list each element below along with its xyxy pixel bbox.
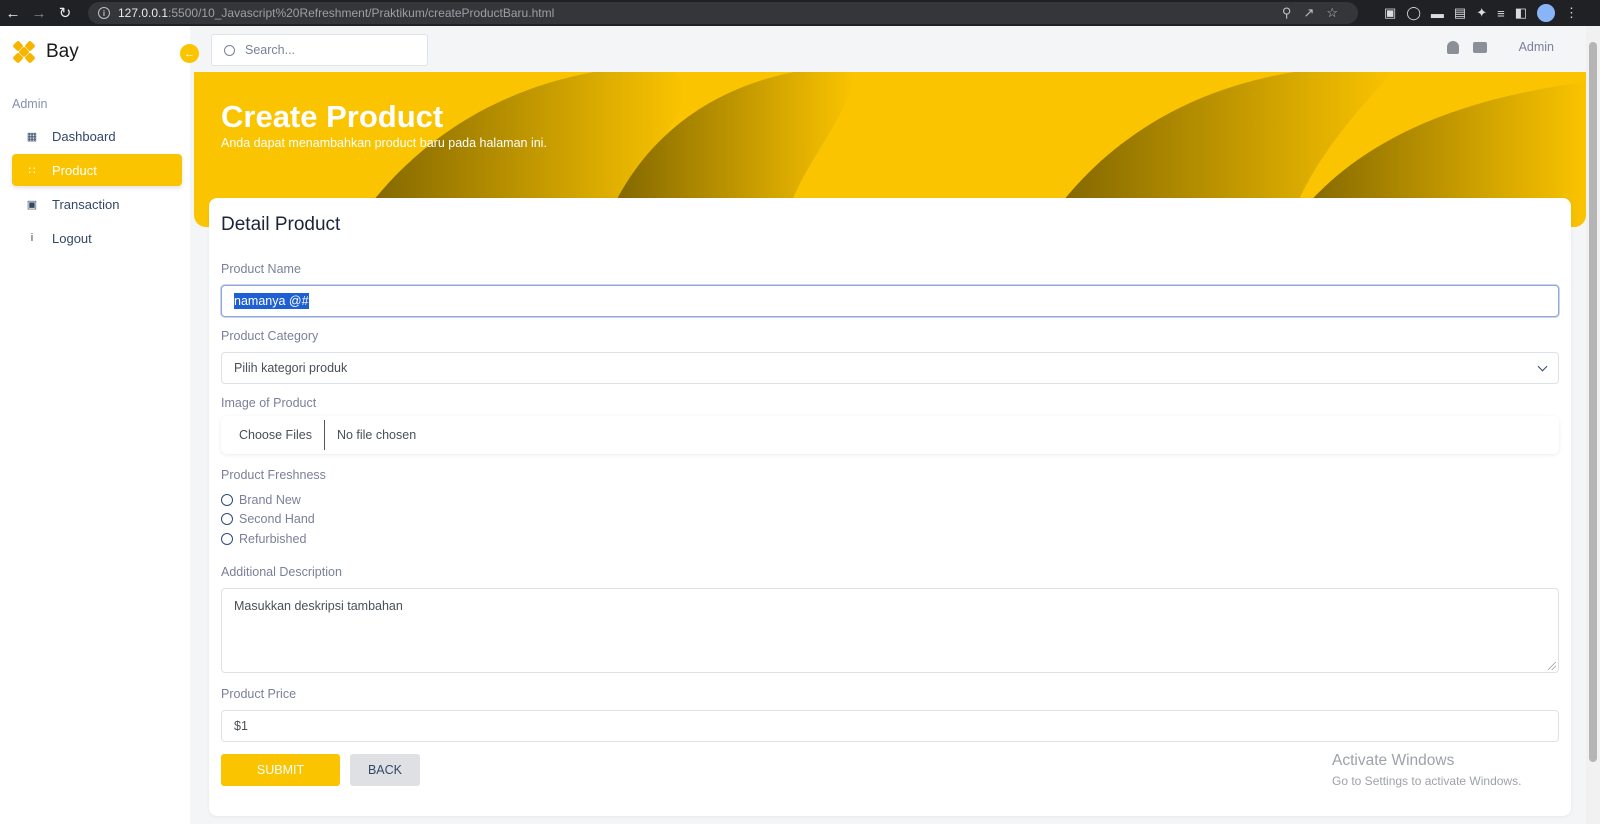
sidebar-item-dashboard[interactable]: ▦ Dashboard bbox=[12, 120, 182, 152]
sidebar-nav: ▦ Dashboard ∷ Product ▣ Transaction i Lo… bbox=[12, 120, 182, 256]
brand-logo-icon bbox=[12, 40, 36, 64]
sidebar-item-label: Logout bbox=[52, 230, 92, 246]
dark-extension-icon[interactable]: ▬ bbox=[1431, 6, 1444, 21]
radio-second-hand[interactable] bbox=[221, 513, 233, 525]
product-category-selected: Pilih kategori produk bbox=[234, 361, 348, 375]
site-info-icon[interactable]: i bbox=[98, 7, 110, 19]
topbar-actions: Admin bbox=[1446, 40, 1554, 54]
back-arrow-icon[interactable]: ← bbox=[0, 0, 26, 26]
wallet-icon: ▣ bbox=[26, 198, 38, 211]
card-title: Detail Product bbox=[221, 214, 341, 235]
bookmark-star-icon[interactable]: ☆ bbox=[1326, 5, 1338, 21]
browser-toolbar: ← → ↻ i 127.0.0.1:5500/10_Javascript%20R… bbox=[0, 0, 1600, 26]
share-icon[interactable]: ↗ bbox=[1303, 5, 1314, 21]
submit-button[interactable]: SUBMIT bbox=[221, 754, 340, 786]
search-box bbox=[211, 34, 428, 66]
brand[interactable]: Bay bbox=[12, 40, 79, 64]
sidebar-item-label: Dashboard bbox=[52, 128, 116, 144]
product-form-card: Detail Product Product Name namanya @# P… bbox=[209, 198, 1571, 816]
chevron-down-icon bbox=[1537, 361, 1548, 372]
sidebar-item-label: Product bbox=[52, 162, 97, 178]
sidebar-item-label: Transaction bbox=[52, 196, 120, 212]
page-subtitle: Anda dapat menambahkan product baru pada… bbox=[221, 136, 547, 150]
page-title: Create Product bbox=[221, 99, 444, 134]
search-input[interactable] bbox=[245, 43, 405, 57]
radio-label: Refurbished bbox=[239, 532, 307, 546]
freshness-option-second-hand[interactable]: Second Hand bbox=[221, 512, 315, 526]
profile-avatar[interactable] bbox=[1537, 4, 1555, 22]
sidebar: Bay Admin ▦ Dashboard ∷ Product ▣ Transa… bbox=[0, 26, 190, 824]
circle-extension-icon[interactable]: ◯ bbox=[1406, 5, 1421, 21]
sidebar-section-label: Admin bbox=[12, 97, 48, 111]
forward-arrow-icon[interactable]: → bbox=[26, 0, 52, 26]
dashboard-icon: ▦ bbox=[26, 130, 38, 143]
product-category-select[interactable]: Pilih kategori produk bbox=[221, 352, 1559, 384]
page-scrollbar[interactable] bbox=[1586, 26, 1600, 824]
sidebar-collapse-button[interactable]: ← bbox=[180, 44, 199, 63]
description-placeholder: Masukkan deskripsi tambahan bbox=[234, 599, 403, 613]
watermark-subtitle: Go to Settings to activate Windows. bbox=[1332, 774, 1522, 788]
additional-description-textarea[interactable]: Masukkan deskripsi tambahan bbox=[221, 588, 1559, 673]
product-name-label: Product Name bbox=[221, 262, 301, 276]
back-button[interactable]: BACK bbox=[350, 754, 420, 786]
product-icon: ∷ bbox=[28, 164, 36, 177]
image-file-input[interactable]: Choose Files No file chosen bbox=[221, 416, 1559, 454]
product-price-label: Product Price bbox=[221, 687, 297, 701]
image-of-product-label: Image of Product bbox=[221, 396, 317, 410]
bell-icon[interactable] bbox=[1446, 40, 1459, 54]
info-icon: i bbox=[30, 232, 34, 244]
puzzle-extensions-icon[interactable]: ✦ bbox=[1476, 5, 1487, 21]
browser-menu-icon[interactable]: ⋮ bbox=[1565, 5, 1578, 21]
search-icon bbox=[224, 44, 235, 56]
windows-activation-watermark: Activate Windows Go to Settings to activ… bbox=[1332, 752, 1521, 788]
file-status: No file chosen bbox=[336, 428, 417, 442]
product-name-input[interactable]: namanya @# bbox=[221, 285, 1559, 317]
zoom-icon[interactable]: ⚲ bbox=[1282, 5, 1292, 21]
radio-brand-new[interactable] bbox=[221, 494, 233, 506]
additional-description-label: Additional Description bbox=[221, 565, 342, 579]
address-url: 127.0.0.1:5500/10_Javascript%20Refreshme… bbox=[118, 6, 555, 20]
radio-refurbished[interactable] bbox=[221, 533, 233, 545]
reload-icon[interactable]: ↻ bbox=[52, 0, 78, 26]
clipboard-extension-icon[interactable]: ▤ bbox=[1454, 5, 1466, 21]
brand-name: Bay bbox=[46, 41, 79, 62]
product-price-input[interactable]: $1 bbox=[221, 710, 1559, 742]
sidebar-item-product[interactable]: ∷ Product bbox=[12, 154, 182, 186]
product-price-value: $1 bbox=[234, 719, 248, 733]
product-freshness-label: Product Freshness bbox=[221, 468, 326, 482]
sidebar-item-logout[interactable]: i Logout bbox=[12, 222, 182, 254]
user-menu[interactable]: Admin bbox=[1519, 40, 1554, 54]
watermark-title: Activate Windows bbox=[1332, 752, 1455, 769]
product-category-label: Product Category bbox=[221, 329, 319, 343]
address-bar[interactable]: i 127.0.0.1:5500/10_Javascript%20Refresh… bbox=[88, 2, 1358, 24]
freshness-option-brand-new[interactable]: Brand New bbox=[221, 493, 301, 507]
radio-label: Second Hand bbox=[239, 512, 315, 526]
choose-files-button[interactable]: Choose Files bbox=[221, 420, 325, 450]
mail-icon[interactable] bbox=[1472, 41, 1487, 53]
freshness-option-refurbished[interactable]: Refurbished bbox=[221, 532, 306, 546]
sidebar-item-transaction[interactable]: ▣ Transaction bbox=[12, 188, 182, 220]
side-panel-icon[interactable]: ◧ bbox=[1515, 5, 1527, 21]
translate-extension-icon[interactable]: ▣ bbox=[1384, 5, 1396, 21]
resize-grip-icon[interactable] bbox=[1548, 662, 1556, 670]
reading-list-icon[interactable]: ≡ bbox=[1497, 6, 1505, 21]
radio-label: Brand New bbox=[239, 493, 301, 507]
scrollbar-thumb[interactable] bbox=[1589, 42, 1597, 762]
product-name-value: namanya @# bbox=[234, 293, 309, 309]
